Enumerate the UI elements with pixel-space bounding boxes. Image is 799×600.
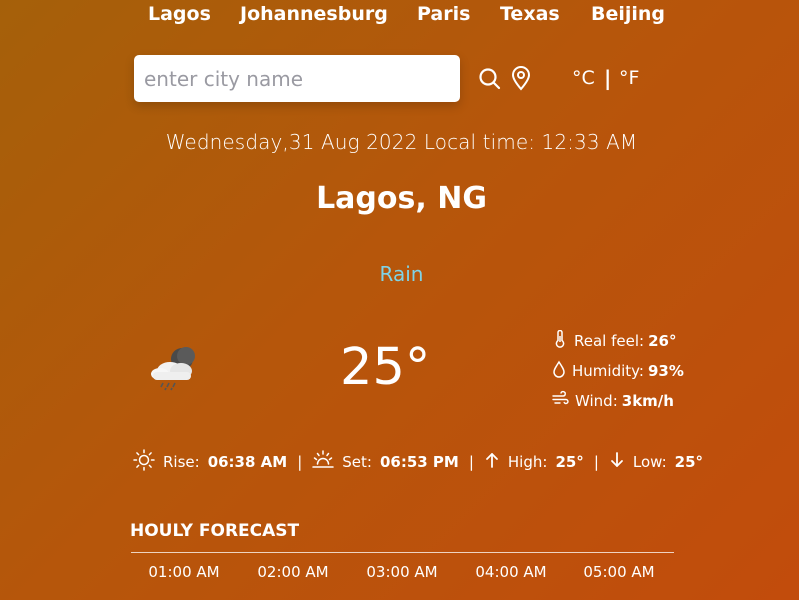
city-link-johannesburg[interactable]: Johannesburg	[240, 3, 388, 25]
unit-separator: |	[604, 66, 612, 90]
wind-icon	[552, 390, 569, 412]
local-date-time: Wednesday,31 Aug 2022 Local time: 12:33 …	[165, 130, 638, 154]
humidity-row: Humidity: 93%	[552, 360, 684, 382]
hourly-time: 01:00 AM	[148, 563, 220, 581]
sunset-value: 06:53 PM	[379, 453, 459, 471]
hourly-forecast-title: HOULY FORECAST	[130, 521, 300, 541]
wind-label: Wind:	[575, 392, 618, 410]
city-link-texas[interactable]: Texas	[500, 3, 560, 25]
wind-row: Wind: 3km/h	[552, 390, 674, 412]
real-feel-value: 26°	[648, 332, 677, 350]
real-feel-row: Real feel: 26°	[552, 329, 677, 352]
sunset-label: Set:	[342, 453, 372, 471]
location-title: Lagos, NG	[316, 181, 487, 216]
sunset-icon	[312, 449, 335, 475]
hourly-time: 05:00 AM	[583, 563, 655, 581]
humidity-value: 93%	[647, 362, 684, 380]
search-icon[interactable]	[478, 67, 502, 95]
sunrise-icon	[133, 449, 155, 475]
sunrise-value: 06:38 AM	[207, 453, 288, 471]
search-box	[134, 55, 460, 102]
city-link-lagos[interactable]: Lagos	[148, 3, 211, 25]
high-label: High:	[507, 453, 548, 471]
city-link-paris[interactable]: Paris	[417, 3, 470, 25]
hourly-time: 03:00 AM	[366, 563, 438, 581]
city-link-beijing[interactable]: Beijing	[591, 3, 665, 25]
high-value: 25°	[555, 453, 584, 471]
arrow-down-icon	[609, 451, 625, 473]
separator: |	[468, 453, 474, 471]
city-search-input[interactable]	[134, 55, 454, 102]
sun-temp-row: Rise: 06:38 AM | Set: 06:53 PM | High: 2…	[133, 449, 703, 475]
rain-cloud-night-icon	[148, 345, 198, 395]
hourly-time: 02:00 AM	[257, 563, 329, 581]
hourly-time: 04:00 AM	[475, 563, 547, 581]
current-temperature: 25°	[340, 338, 431, 397]
sunrise-label: Rise:	[163, 453, 200, 471]
humidity-label: Humidity:	[572, 362, 644, 380]
divider	[131, 552, 674, 553]
low-value: 25°	[674, 453, 704, 471]
fahrenheit-toggle[interactable]: °F	[619, 67, 639, 89]
separator: |	[297, 453, 303, 471]
droplet-icon	[552, 360, 566, 382]
separator: |	[593, 453, 599, 471]
arrow-up-icon	[484, 451, 500, 473]
weather-condition: Rain	[379, 262, 424, 286]
low-label: Low:	[632, 453, 667, 471]
wind-value: 3km/h	[621, 392, 674, 410]
celsius-toggle[interactable]: °C	[572, 67, 595, 89]
thermometer-icon	[552, 329, 568, 352]
location-pin-icon[interactable]	[510, 66, 532, 95]
real-feel-label: Real feel:	[574, 332, 645, 350]
